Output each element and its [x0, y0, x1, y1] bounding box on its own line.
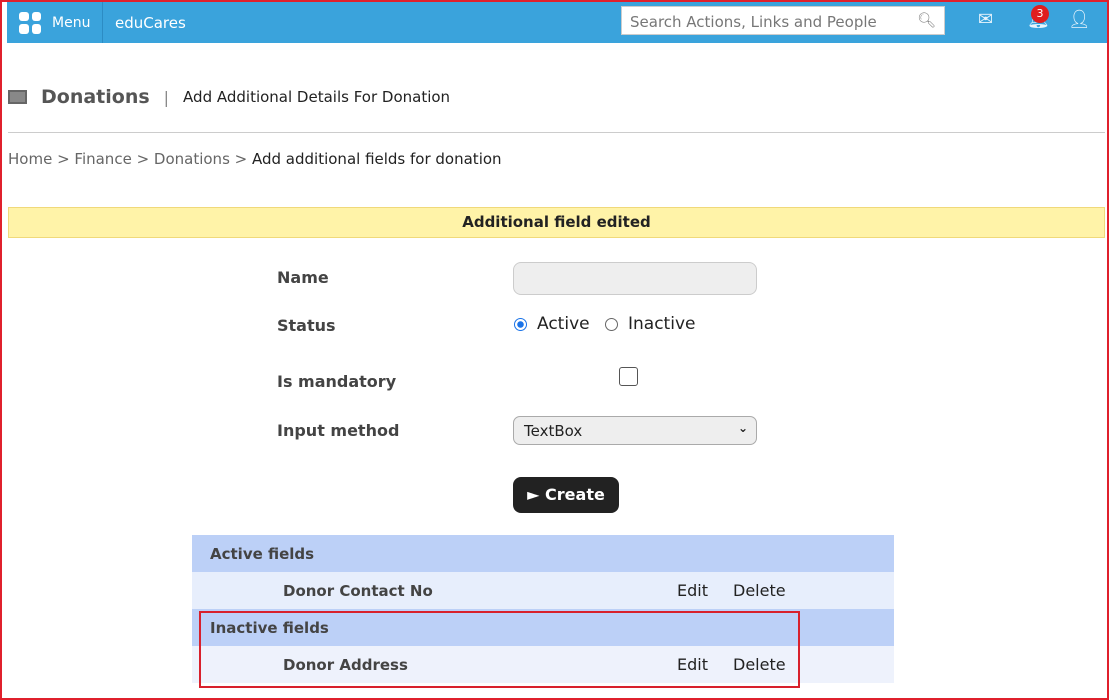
page-header: Donations | Add Additional Details For D…: [8, 86, 450, 108]
chevron-down-icon: ⌄: [737, 421, 748, 435]
receipt-icon: [8, 90, 27, 104]
status-inactive-radio[interactable]: Inactive: [605, 314, 695, 334]
grid-icon: [19, 11, 41, 34]
search-placeholder: Search Actions, Links and People: [630, 13, 877, 31]
status-label: Status: [277, 316, 336, 335]
input-method-label: Input method: [277, 421, 400, 440]
success-message: Additional field edited: [8, 207, 1105, 238]
page-title: Donations: [41, 86, 150, 108]
menu-button[interactable]: Menu: [7, 2, 103, 43]
divider: [8, 132, 1105, 133]
breadcrumb: Home > Finance > Donations > Add additio…: [8, 150, 502, 168]
crumb-donations[interactable]: Donations: [154, 150, 230, 168]
table-row: Donor Contact No Edit Delete: [192, 572, 894, 609]
crumb-current: Add additional fields for donation: [252, 150, 502, 168]
name-label: Name: [277, 268, 329, 287]
brand[interactable]: eduCares: [115, 14, 186, 32]
search-icon[interactable]: 🔍︎: [917, 11, 936, 29]
user-icon[interactable]: 👤︎: [1068, 9, 1091, 30]
status-active-radio[interactable]: Active: [514, 314, 590, 334]
delete-link[interactable]: Delete: [733, 581, 786, 600]
search-input[interactable]: Search Actions, Links and People 🔍︎: [621, 6, 945, 35]
name-input[interactable]: [513, 262, 757, 295]
crumb-home[interactable]: Home: [8, 150, 52, 168]
field-name: Donor Contact No: [283, 581, 433, 600]
mail-icon[interactable]: ✉: [978, 9, 993, 30]
edit-link[interactable]: Edit: [677, 581, 708, 600]
notification-badge: 3: [1031, 5, 1049, 23]
mandatory-label: Is mandatory: [277, 372, 397, 391]
highlight-box: [199, 611, 800, 688]
active-fields-header: Active fields: [192, 535, 894, 572]
mandatory-checkbox[interactable]: [619, 367, 638, 386]
create-button[interactable]: ► Create: [513, 477, 619, 513]
input-method-select[interactable]: TextBox ⌄: [513, 416, 757, 445]
crumb-finance[interactable]: Finance: [74, 150, 131, 168]
page-subtitle: Add Additional Details For Donation: [183, 88, 451, 106]
menu-label: Menu: [52, 14, 91, 31]
